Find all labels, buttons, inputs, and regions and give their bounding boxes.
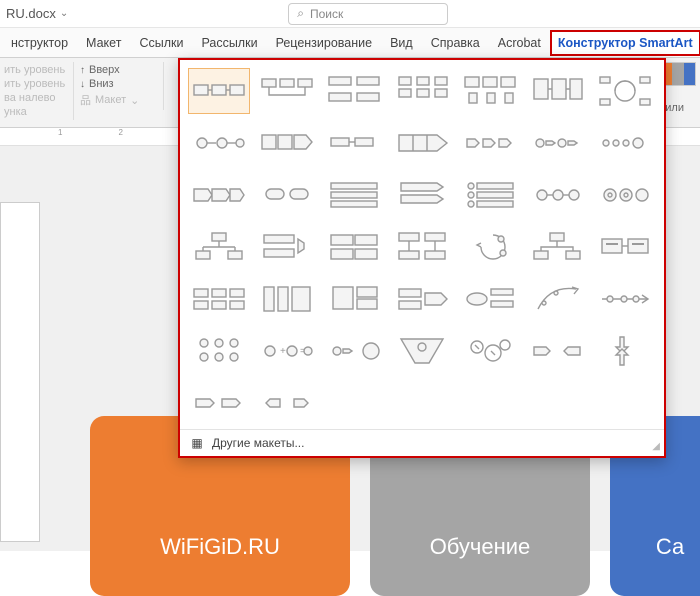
block-label: Са xyxy=(610,534,700,560)
tab-макет[interactable]: Макет xyxy=(77,28,130,58)
layout-button: 品Макет ⌄ xyxy=(80,92,163,108)
layout-thumb[interactable] xyxy=(323,328,385,374)
search-icon: ⌕ xyxy=(297,6,304,21)
tab-справка[interactable]: Справка xyxy=(422,28,489,58)
demote-level: ить уровень xyxy=(4,78,67,90)
layout-thumb[interactable] xyxy=(256,276,318,322)
search-box[interactable]: ⌕ Поиск xyxy=(288,3,448,25)
layout-thumb[interactable] xyxy=(188,172,250,218)
layout-thumb[interactable] xyxy=(527,224,589,270)
tab-нструктор[interactable]: нструктор xyxy=(2,28,77,58)
layout-thumb[interactable] xyxy=(527,276,589,322)
layout-thumb[interactable] xyxy=(594,172,656,218)
arrow-up-icon: ↑ xyxy=(80,65,85,76)
tab-acrobat[interactable]: Acrobat xyxy=(489,28,550,58)
layout-thumb[interactable] xyxy=(188,328,250,374)
gallery-grid: += xyxy=(180,60,664,429)
layout-thumb[interactable] xyxy=(391,328,453,374)
move-down-button[interactable]: ↓Вниз xyxy=(80,78,163,90)
tab-рецензирование[interactable]: Рецензирование xyxy=(267,28,382,58)
layout-thumb[interactable] xyxy=(188,68,250,114)
ribbon-group-text: ить уровень ить уровень ва налево унка xyxy=(4,62,74,120)
layout-thumb[interactable] xyxy=(391,276,453,322)
rtl-option: ва налево xyxy=(4,92,67,104)
layout-thumb[interactable] xyxy=(391,172,453,218)
drawing-option: унка xyxy=(4,106,67,118)
layout-thumb[interactable] xyxy=(527,172,589,218)
tab-конструктор-smartart[interactable]: Конструктор SmartArt xyxy=(550,30,700,56)
layout-thumb[interactable] xyxy=(188,276,250,322)
layout-thumb[interactable] xyxy=(391,120,453,166)
ribbon-group-move: ↑Вверх ↓Вниз 品Макет ⌄ xyxy=(74,62,164,110)
layout-thumb[interactable] xyxy=(459,68,521,114)
title-bar: RU.docx ⌄ ⌕ Поиск xyxy=(0,0,700,28)
gallery-footer-more[interactable]: ▦ Другие макеты... xyxy=(180,429,664,456)
smartart-layout-gallery: += ▦ Другие макеты... ◢ xyxy=(178,58,666,458)
layout-icon: 品 xyxy=(80,92,91,108)
layout-thumb[interactable] xyxy=(527,68,589,114)
layout-thumb[interactable] xyxy=(391,68,453,114)
document-name[interactable]: RU.docx xyxy=(6,6,56,21)
block-label: Обучение xyxy=(370,534,590,560)
layout-thumb[interactable] xyxy=(527,120,589,166)
page-edge xyxy=(0,202,40,542)
layout-thumb[interactable] xyxy=(256,380,318,426)
more-layouts-label: Другие макеты... xyxy=(212,436,304,450)
layout-thumb[interactable] xyxy=(323,276,385,322)
resize-grip-icon[interactable]: ◢ xyxy=(652,441,660,452)
layout-thumb[interactable]: += xyxy=(256,328,318,374)
layout-thumb[interactable] xyxy=(459,120,521,166)
promote-level: ить уровень xyxy=(4,64,67,76)
block-label: WiFiGiD.RU xyxy=(90,534,350,560)
layout-thumb[interactable] xyxy=(527,328,589,374)
layout-thumb[interactable] xyxy=(323,172,385,218)
search-placeholder: Поиск xyxy=(310,7,343,21)
layout-thumb[interactable] xyxy=(459,224,521,270)
layout-thumb[interactable] xyxy=(256,172,318,218)
tab-рассылки[interactable]: Рассылки xyxy=(192,28,266,58)
layout-thumb[interactable] xyxy=(594,68,656,114)
layout-thumb[interactable] xyxy=(323,68,385,114)
ribbon-tabs: нструкторМакетСсылкиРассылкиРецензирован… xyxy=(0,28,700,58)
chevron-down-icon: ⌄ xyxy=(130,94,139,107)
layout-thumb[interactable] xyxy=(188,224,250,270)
layouts-icon: ▦ xyxy=(190,436,204,450)
layout-thumb[interactable] xyxy=(459,276,521,322)
layout-thumb[interactable] xyxy=(256,224,318,270)
layout-thumb[interactable] xyxy=(256,120,318,166)
layout-thumb[interactable] xyxy=(594,276,656,322)
layout-thumb[interactable] xyxy=(323,224,385,270)
layout-thumb[interactable] xyxy=(188,120,250,166)
layout-thumb[interactable] xyxy=(256,68,318,114)
arrow-down-icon: ↓ xyxy=(80,79,85,90)
move-up-button[interactable]: ↑Вверх xyxy=(80,64,163,76)
layout-thumb[interactable] xyxy=(188,380,250,426)
layout-thumb[interactable] xyxy=(594,328,656,374)
svg-text:+: + xyxy=(280,346,286,357)
layout-thumb[interactable] xyxy=(459,328,521,374)
layout-thumb[interactable] xyxy=(391,224,453,270)
tab-вид[interactable]: Вид xyxy=(381,28,422,58)
layout-thumb[interactable] xyxy=(323,120,385,166)
tab-ссылки[interactable]: Ссылки xyxy=(130,28,192,58)
layout-thumb[interactable] xyxy=(594,120,656,166)
chevron-down-icon[interactable]: ⌄ xyxy=(60,8,68,19)
layout-thumb[interactable] xyxy=(594,224,656,270)
layout-thumb[interactable] xyxy=(459,172,521,218)
